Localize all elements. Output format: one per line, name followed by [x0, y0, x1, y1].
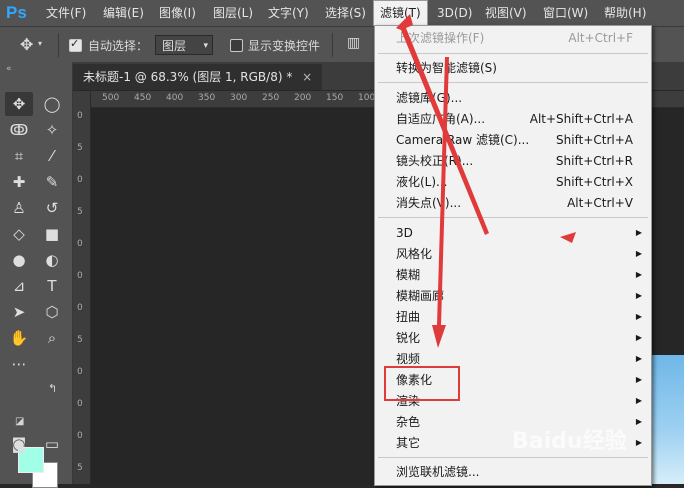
arrow-small-pointer	[560, 232, 576, 243]
annotation-arrows	[396, 14, 576, 348]
watermark: Baidu经验	[512, 429, 627, 454]
